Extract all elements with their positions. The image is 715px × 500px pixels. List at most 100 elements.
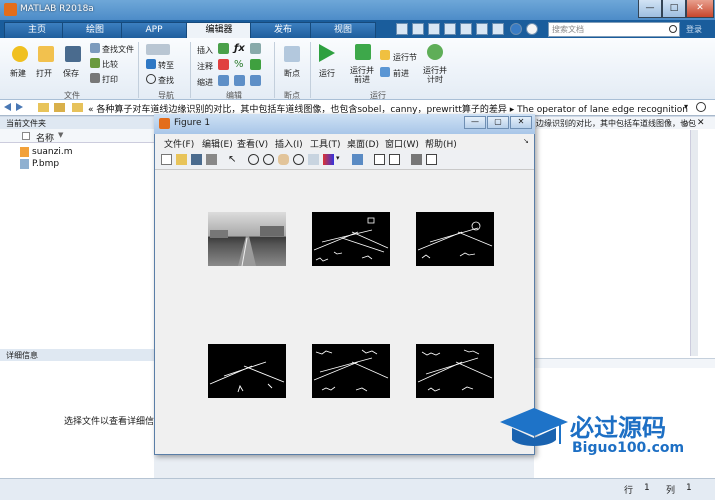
zoom-out-icon[interactable]	[263, 154, 274, 165]
subplot-original-image[interactable]	[208, 212, 286, 267]
tab-publish[interactable]: 发布	[250, 22, 316, 38]
subplot-edge-image-2[interactable]	[416, 212, 494, 266]
find-button[interactable]: 查找	[158, 75, 174, 86]
link-plot-icon[interactable]	[352, 154, 363, 165]
select-all-checkbox[interactable]	[22, 132, 30, 140]
insert-section-icon[interactable]	[218, 43, 229, 54]
minimize-button[interactable]: —	[638, 0, 662, 18]
print-button[interactable]: 打印	[102, 74, 118, 85]
zoom-in-icon[interactable]	[248, 154, 259, 165]
new-figure-icon[interactable]	[161, 154, 172, 165]
tab-apps[interactable]: APP	[121, 22, 187, 38]
search-documentation-input[interactable]: 搜索文档	[548, 22, 680, 37]
subplot-edge-image-4[interactable]	[312, 344, 390, 398]
tab-plots[interactable]: 绘图	[62, 22, 128, 38]
uncomment-icon[interactable]	[250, 59, 261, 70]
pointer-icon[interactable]: ↖	[228, 154, 239, 165]
decrease-indent-icon[interactable]	[250, 75, 261, 86]
help-icon[interactable]	[510, 23, 522, 35]
comment-button[interactable]: 注释	[197, 61, 213, 72]
redo-quick-icon[interactable]	[476, 23, 488, 35]
function-icon[interactable]: ƒx	[234, 43, 245, 54]
run-and-time-button[interactable]: 运行并 计时	[423, 66, 447, 84]
legend-icon[interactable]	[389, 154, 400, 165]
panel-menu-icon[interactable]: ⊙	[682, 119, 689, 128]
menu-tools[interactable]: 工具(T)	[310, 137, 341, 150]
open-folder-icon[interactable]	[38, 46, 54, 62]
hide-plot-tools-icon[interactable]	[411, 154, 422, 165]
breakpoints-icon[interactable]	[284, 46, 300, 62]
paste-quick-icon[interactable]	[444, 23, 456, 35]
run-button[interactable]: 运行	[319, 68, 335, 79]
save-icon[interactable]	[65, 46, 81, 62]
brush-icon[interactable]	[323, 154, 334, 165]
save-quick-icon[interactable]	[396, 23, 408, 35]
close-panel-icon[interactable]: ✕	[697, 118, 705, 128]
percent-icon[interactable]: %	[234, 59, 245, 70]
run-and-time-icon[interactable]	[427, 44, 443, 60]
maximize-button[interactable]: □	[662, 0, 686, 18]
run-section-button[interactable]: 运行节	[393, 52, 417, 63]
menu-window[interactable]: 窗口(W)	[385, 137, 419, 150]
increase-indent-icon[interactable]	[234, 75, 245, 86]
print-figure-icon[interactable]	[206, 154, 217, 165]
find-files-button[interactable]: 查找文件	[102, 44, 134, 55]
help-dropdown-icon[interactable]	[526, 23, 538, 35]
list-item[interactable]: P.bmp	[32, 159, 59, 169]
menu-desktop[interactable]: 桌面(D)	[347, 137, 379, 150]
open-file-icon[interactable]	[176, 154, 187, 165]
goto-button[interactable]: 转至	[158, 60, 174, 71]
data-cursor-icon[interactable]	[308, 154, 319, 165]
copy-quick-icon[interactable]	[428, 23, 440, 35]
comment-icon[interactable]	[218, 59, 229, 70]
horizontal-divider[interactable]	[534, 358, 715, 368]
run-and-advance-icon[interactable]	[355, 44, 371, 60]
tab-home[interactable]: 主页	[4, 22, 70, 38]
smart-indent-icon[interactable]	[218, 75, 229, 86]
up-folder-icon[interactable]	[38, 103, 49, 112]
search-icon[interactable]	[669, 25, 677, 33]
search-folder-icon[interactable]	[696, 102, 706, 112]
show-plot-tools-icon[interactable]	[426, 154, 437, 165]
compare-button[interactable]: 比较	[102, 59, 118, 70]
subplot-edge-image-5[interactable]	[416, 344, 494, 398]
indent-button[interactable]: 缩进	[197, 77, 213, 88]
sort-arrow-icon[interactable]: ▼	[58, 131, 63, 139]
login-link[interactable]: 登录	[686, 24, 702, 35]
vertical-scrollbar[interactable]	[690, 130, 698, 356]
save-button[interactable]: 保存	[63, 68, 79, 79]
subplot-edge-image-1[interactable]	[312, 212, 390, 266]
run-and-advance-button[interactable]: 运行并 前进	[350, 66, 374, 84]
subplot-edge-image-3[interactable]	[208, 344, 286, 398]
new-icon[interactable]	[12, 46, 28, 62]
switch-windows-icon[interactable]	[492, 23, 504, 35]
tab-view[interactable]: 视图	[310, 22, 376, 38]
undo-quick-icon[interactable]	[460, 23, 472, 35]
breakpoints-button[interactable]: 断点	[284, 68, 300, 79]
brush-dropdown-icon[interactable]: ▾	[336, 154, 347, 165]
tab-editor[interactable]: 编辑器	[186, 22, 252, 39]
figure-title-bar[interactable]: Figure 1 — ▢ ✕	[154, 114, 535, 134]
menu-help[interactable]: 帮助(H)	[425, 137, 457, 150]
back-icon[interactable]	[4, 103, 11, 111]
save-figure-icon[interactable]	[191, 154, 202, 165]
pan-hand-icon[interactable]	[278, 154, 289, 165]
new-button[interactable]: 新建	[10, 68, 26, 79]
command-window-strip[interactable]	[154, 452, 534, 478]
figure-maximize-button[interactable]: ▢	[487, 116, 509, 129]
close-button[interactable]: ✕	[686, 0, 714, 18]
cut-quick-icon[interactable]	[412, 23, 424, 35]
run-icon[interactable]	[319, 44, 335, 62]
colorbar-icon[interactable]	[374, 154, 385, 165]
insert-button[interactable]: 插入	[197, 45, 213, 56]
menu-file[interactable]: 文件(F)	[164, 137, 194, 150]
figure-close-button[interactable]: ✕	[510, 116, 532, 129]
menu-view[interactable]: 查看(V)	[237, 137, 268, 150]
menu-dock-icon[interactable]: ↘	[523, 137, 529, 145]
advance-button[interactable]: 前进	[393, 68, 409, 79]
menu-edit[interactable]: 编辑(E)	[202, 137, 233, 150]
list-item[interactable]: suanzi.m	[32, 147, 72, 157]
menu-insert[interactable]: 插入(I)	[275, 137, 303, 150]
insert-dropdown-icon[interactable]	[250, 43, 261, 54]
rotate-3d-icon[interactable]	[293, 154, 304, 165]
